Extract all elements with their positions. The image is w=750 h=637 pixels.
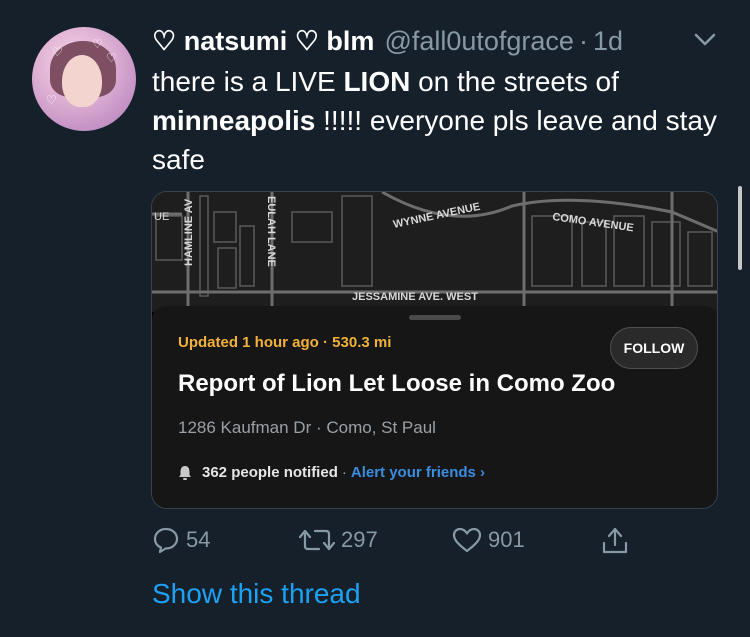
follow-button[interactable]: FOLLOW	[610, 327, 698, 369]
share-button[interactable]	[600, 526, 630, 556]
retweet-button[interactable]: 297	[299, 526, 378, 554]
link-card[interactable]: UE HAMLINE AV EULAH LANE WYNNE AVENUE CO…	[151, 191, 718, 509]
avatar[interactable]: ♡ ♡ ♡ ♡	[32, 27, 136, 131]
display-name[interactable]: ♡ natsumi ♡ blm	[152, 26, 374, 57]
reply-button[interactable]: 54	[152, 526, 210, 554]
map-label-jessamine: JESSAMINE AVE. WEST	[352, 291, 478, 303]
tweet-text-bold: minneapolis	[152, 105, 316, 136]
retweet-icon	[299, 529, 335, 551]
share-icon	[602, 527, 628, 554]
bell-icon	[179, 465, 191, 480]
map-preview: UE HAMLINE AV EULAH LANE WYNNE AVENUE CO…	[152, 192, 717, 312]
alert-friends-link[interactable]: Alert your friends ›	[351, 464, 485, 481]
like-button[interactable]: 901	[452, 526, 525, 554]
incident-sheet: Updated 1 hour ago · 530.3 mi FOLLOW Rep…	[152, 306, 717, 508]
chevron-down-icon[interactable]	[692, 30, 718, 50]
heart-icon: ♡	[46, 93, 57, 107]
tweet-text: there is a LIVE LION on the streets of m…	[152, 62, 732, 179]
tweet-text-part: there is a LIVE	[152, 66, 344, 97]
report-title: Report of Lion Let Loose in Como Zoo	[178, 370, 616, 397]
heart-icon: ♡	[52, 45, 63, 59]
timestamp[interactable]: 1d	[593, 26, 623, 57]
notified-row: 362 people notified · Alert your friends…	[178, 464, 485, 481]
like-count: 901	[488, 527, 525, 552]
reply-icon	[153, 527, 179, 554]
map-label-ue: UE	[154, 211, 169, 223]
notified-separator: ·	[341, 464, 347, 481]
heart-icon: ♡	[92, 37, 103, 51]
avatar-face	[62, 55, 102, 107]
scrollbar[interactable]	[738, 186, 742, 270]
handle[interactable]: @fall0utofgrace	[384, 26, 574, 57]
heart-icon	[452, 527, 482, 553]
retweet-count: 297	[341, 527, 378, 552]
tweet-text-bold: LION	[343, 66, 411, 97]
sheet-grabber[interactable]	[409, 315, 461, 320]
tweet-header: ♡ natsumi ♡ blm @fall0utofgrace · 1d	[152, 26, 732, 57]
show-thread-link[interactable]: Show this thread	[152, 578, 361, 610]
map-label-hamline: HAMLINE AV	[183, 198, 195, 266]
separator: ·	[578, 26, 588, 56]
notified-count: 362 people notified	[202, 464, 338, 481]
tweet-actions: 54 297 901	[152, 526, 652, 562]
report-address: 1286 Kaufman Dr · Como, St Paul	[178, 418, 436, 437]
heart-icon: ♡	[106, 51, 117, 65]
reply-count: 54	[186, 527, 211, 552]
map-label-eulah: EULAH LANE	[265, 196, 277, 267]
updated-status: Updated 1 hour ago · 530.3 mi	[178, 334, 392, 351]
tweet-text-part: on the streets of	[410, 66, 619, 97]
